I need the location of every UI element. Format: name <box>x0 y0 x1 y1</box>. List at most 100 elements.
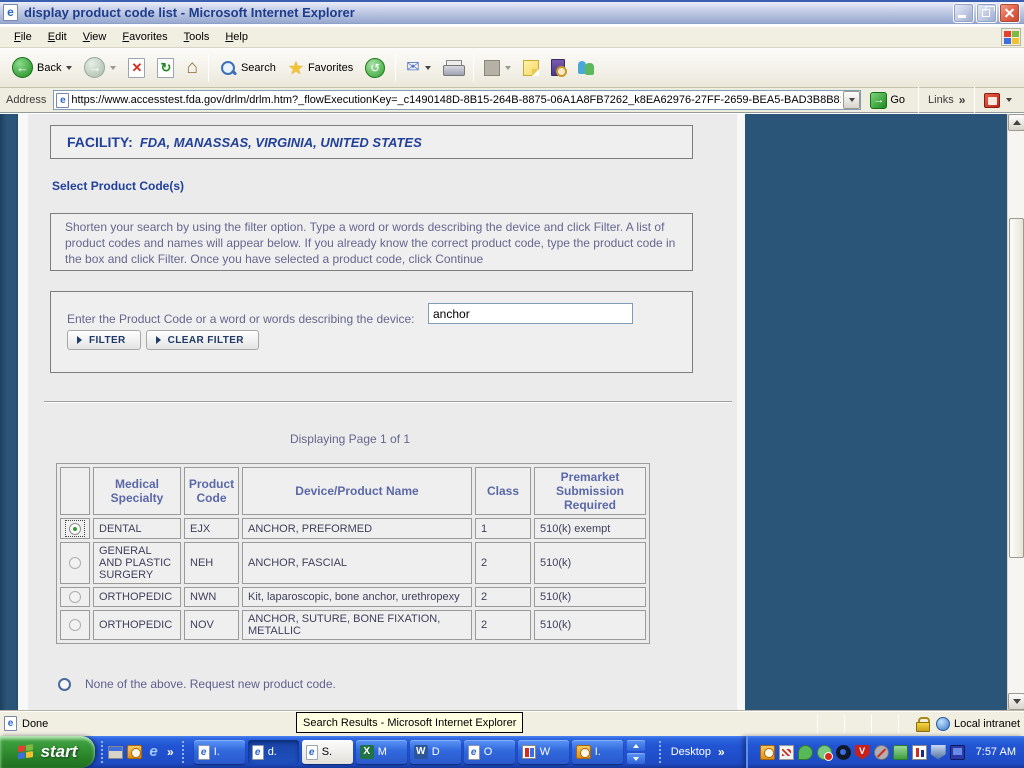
ie-window: e display product code list - Microsoft … <box>0 0 1024 768</box>
task-button[interactable]: WD <box>409 740 461 764</box>
tray-display-icon[interactable] <box>949 744 965 760</box>
facility-label: FACILITY: <box>67 134 133 150</box>
taskbar-clock[interactable]: 7:57 AM <box>976 746 1016 758</box>
go-button[interactable]: → Go <box>866 89 909 111</box>
back-button[interactable]: ← Back <box>6 52 78 84</box>
row-radio[interactable] <box>69 557 81 570</box>
tray-graffiti-icon[interactable] <box>778 744 794 760</box>
favorites-star-icon: ★ <box>287 57 304 78</box>
task-button[interactable]: e I. <box>193 740 245 764</box>
status-separator <box>843 714 845 733</box>
filter-label: Enter the Product Code or a word or word… <box>67 312 415 326</box>
task-button[interactable]: W <box>517 740 569 764</box>
menu-file[interactable]: File <box>6 28 40 46</box>
address-bar: Address e → Go Links » <box>0 86 1024 114</box>
history-icon: ↺ <box>365 57 386 78</box>
close-button[interactable] <box>999 2 1020 23</box>
links-chevron-icon[interactable]: » <box>959 93 966 107</box>
filter-button[interactable]: FILTER <box>67 330 141 350</box>
favorites-button[interactable]: ★ Favorites <box>282 52 359 84</box>
tray-clock-icon[interactable] <box>759 744 775 760</box>
tray-update-icon[interactable] <box>892 744 908 760</box>
row-radio[interactable] <box>69 619 81 632</box>
mail-button[interactable]: ✉ <box>400 52 436 84</box>
forward-button[interactable]: → <box>78 52 122 84</box>
header-radio <box>60 467 90 515</box>
minimize-button[interactable] <box>953 2 974 23</box>
research-button[interactable] <box>545 52 571 84</box>
task-button[interactable]: I. <box>571 740 623 764</box>
task-button[interactable]: eO <box>463 740 515 764</box>
restore-button[interactable] <box>976 2 997 23</box>
tray-antivirus-icon[interactable]: V <box>854 744 870 760</box>
table-header-row: Medical Specialty Product Code Device/Pr… <box>60 467 646 515</box>
back-dropdown-icon[interactable] <box>66 65 73 70</box>
tray-user-offline-icon[interactable] <box>816 744 833 761</box>
menu-help[interactable]: Help <box>217 28 256 46</box>
menu-view[interactable]: View <box>75 28 115 46</box>
menu-favorites[interactable]: Favorites <box>114 28 175 46</box>
refresh-button[interactable]: ↻ <box>151 52 180 84</box>
links-label[interactable]: Links <box>928 94 954 106</box>
mail-dropdown-icon[interactable] <box>424 65 431 70</box>
scroll-down-button[interactable] <box>1008 693 1024 710</box>
links-toolbar-dropdown-icon[interactable] <box>1006 98 1013 102</box>
quicklaunch-ie-icon[interactable]: e <box>146 744 161 760</box>
stop-icon: ✕ <box>128 57 146 78</box>
scroll-up-button[interactable] <box>1008 114 1024 131</box>
tray-stocks-icon[interactable] <box>911 744 927 760</box>
tray-guard-icon[interactable] <box>930 744 946 760</box>
taskbar-scroll <box>626 740 645 764</box>
address-input[interactable] <box>69 92 844 108</box>
menu-tools[interactable]: Tools <box>176 28 218 46</box>
status-separator <box>816 714 818 733</box>
stop-button[interactable]: ✕ <box>122 52 151 84</box>
task-button-active[interactable]: e d. <box>247 740 299 764</box>
paging-text: Displaying Page 1 of 1 <box>289 432 411 446</box>
messenger-button[interactable] <box>571 52 601 84</box>
quicklaunch-clock-icon[interactable] <box>127 745 142 759</box>
taskbar-scroll-up-button[interactable] <box>626 740 645 751</box>
tray-key-icon[interactable] <box>835 744 851 760</box>
row-radio[interactable] <box>69 591 81 604</box>
task-button[interactable]: XM <box>355 740 407 764</box>
history-button[interactable]: ↺ <box>359 52 391 84</box>
start-button[interactable]: start <box>0 736 95 768</box>
go-label: Go <box>890 94 906 106</box>
vertical-scrollbar[interactable] <box>1007 114 1024 710</box>
desktop-toolbar-handle[interactable] <box>658 741 662 763</box>
row-radio-selected[interactable] <box>69 523 81 535</box>
search-button[interactable]: Search <box>213 52 282 84</box>
horizontal-divider <box>44 401 732 403</box>
taskbar-scroll-down-button[interactable] <box>626 753 645 764</box>
header-class: Class <box>475 467 531 515</box>
address-dropdown-button[interactable] <box>843 91 861 109</box>
discuss-button[interactable] <box>517 52 545 84</box>
home-button[interactable]: ⌂ <box>180 52 203 84</box>
edit-button[interactable] <box>478 52 517 84</box>
tray-chat-icon[interactable] <box>797 744 813 760</box>
desktop-chevron-icon[interactable]: » <box>718 745 725 759</box>
desktop-toolbar-label[interactable]: Desktop <box>671 746 711 758</box>
edit-dropdown-icon[interactable] <box>504 65 511 70</box>
lock-icon <box>915 717 930 732</box>
address-separator <box>918 86 920 114</box>
print-button[interactable] <box>437 52 469 84</box>
tasks-handle[interactable] <box>181 741 185 763</box>
filter-panel: Enter the Product Code or a word or word… <box>50 291 693 373</box>
links-toolbar-icon[interactable] <box>984 92 1001 108</box>
task-button-flashing[interactable]: e S. <box>301 740 353 764</box>
quicklaunch-chevron-icon[interactable]: » <box>167 745 174 759</box>
menu-edit[interactable]: Edit <box>40 28 75 46</box>
quicklaunch-handle[interactable] <box>101 741 104 763</box>
refresh-icon: ↻ <box>157 57 175 78</box>
clear-filter-button[interactable]: CLEAR FILTER <box>145 330 259 350</box>
tray-mute-icon[interactable] <box>873 744 889 760</box>
toolbar-separator <box>472 53 474 82</box>
quicklaunch-window-icon[interactable] <box>108 745 123 759</box>
header-device-name: Device/Product Name <box>242 467 472 515</box>
none-option-radio[interactable] <box>58 677 71 691</box>
scrollbar-thumb[interactable] <box>1009 218 1024 558</box>
forward-dropdown-icon[interactable] <box>110 65 117 70</box>
filter-input[interactable] <box>428 303 633 324</box>
